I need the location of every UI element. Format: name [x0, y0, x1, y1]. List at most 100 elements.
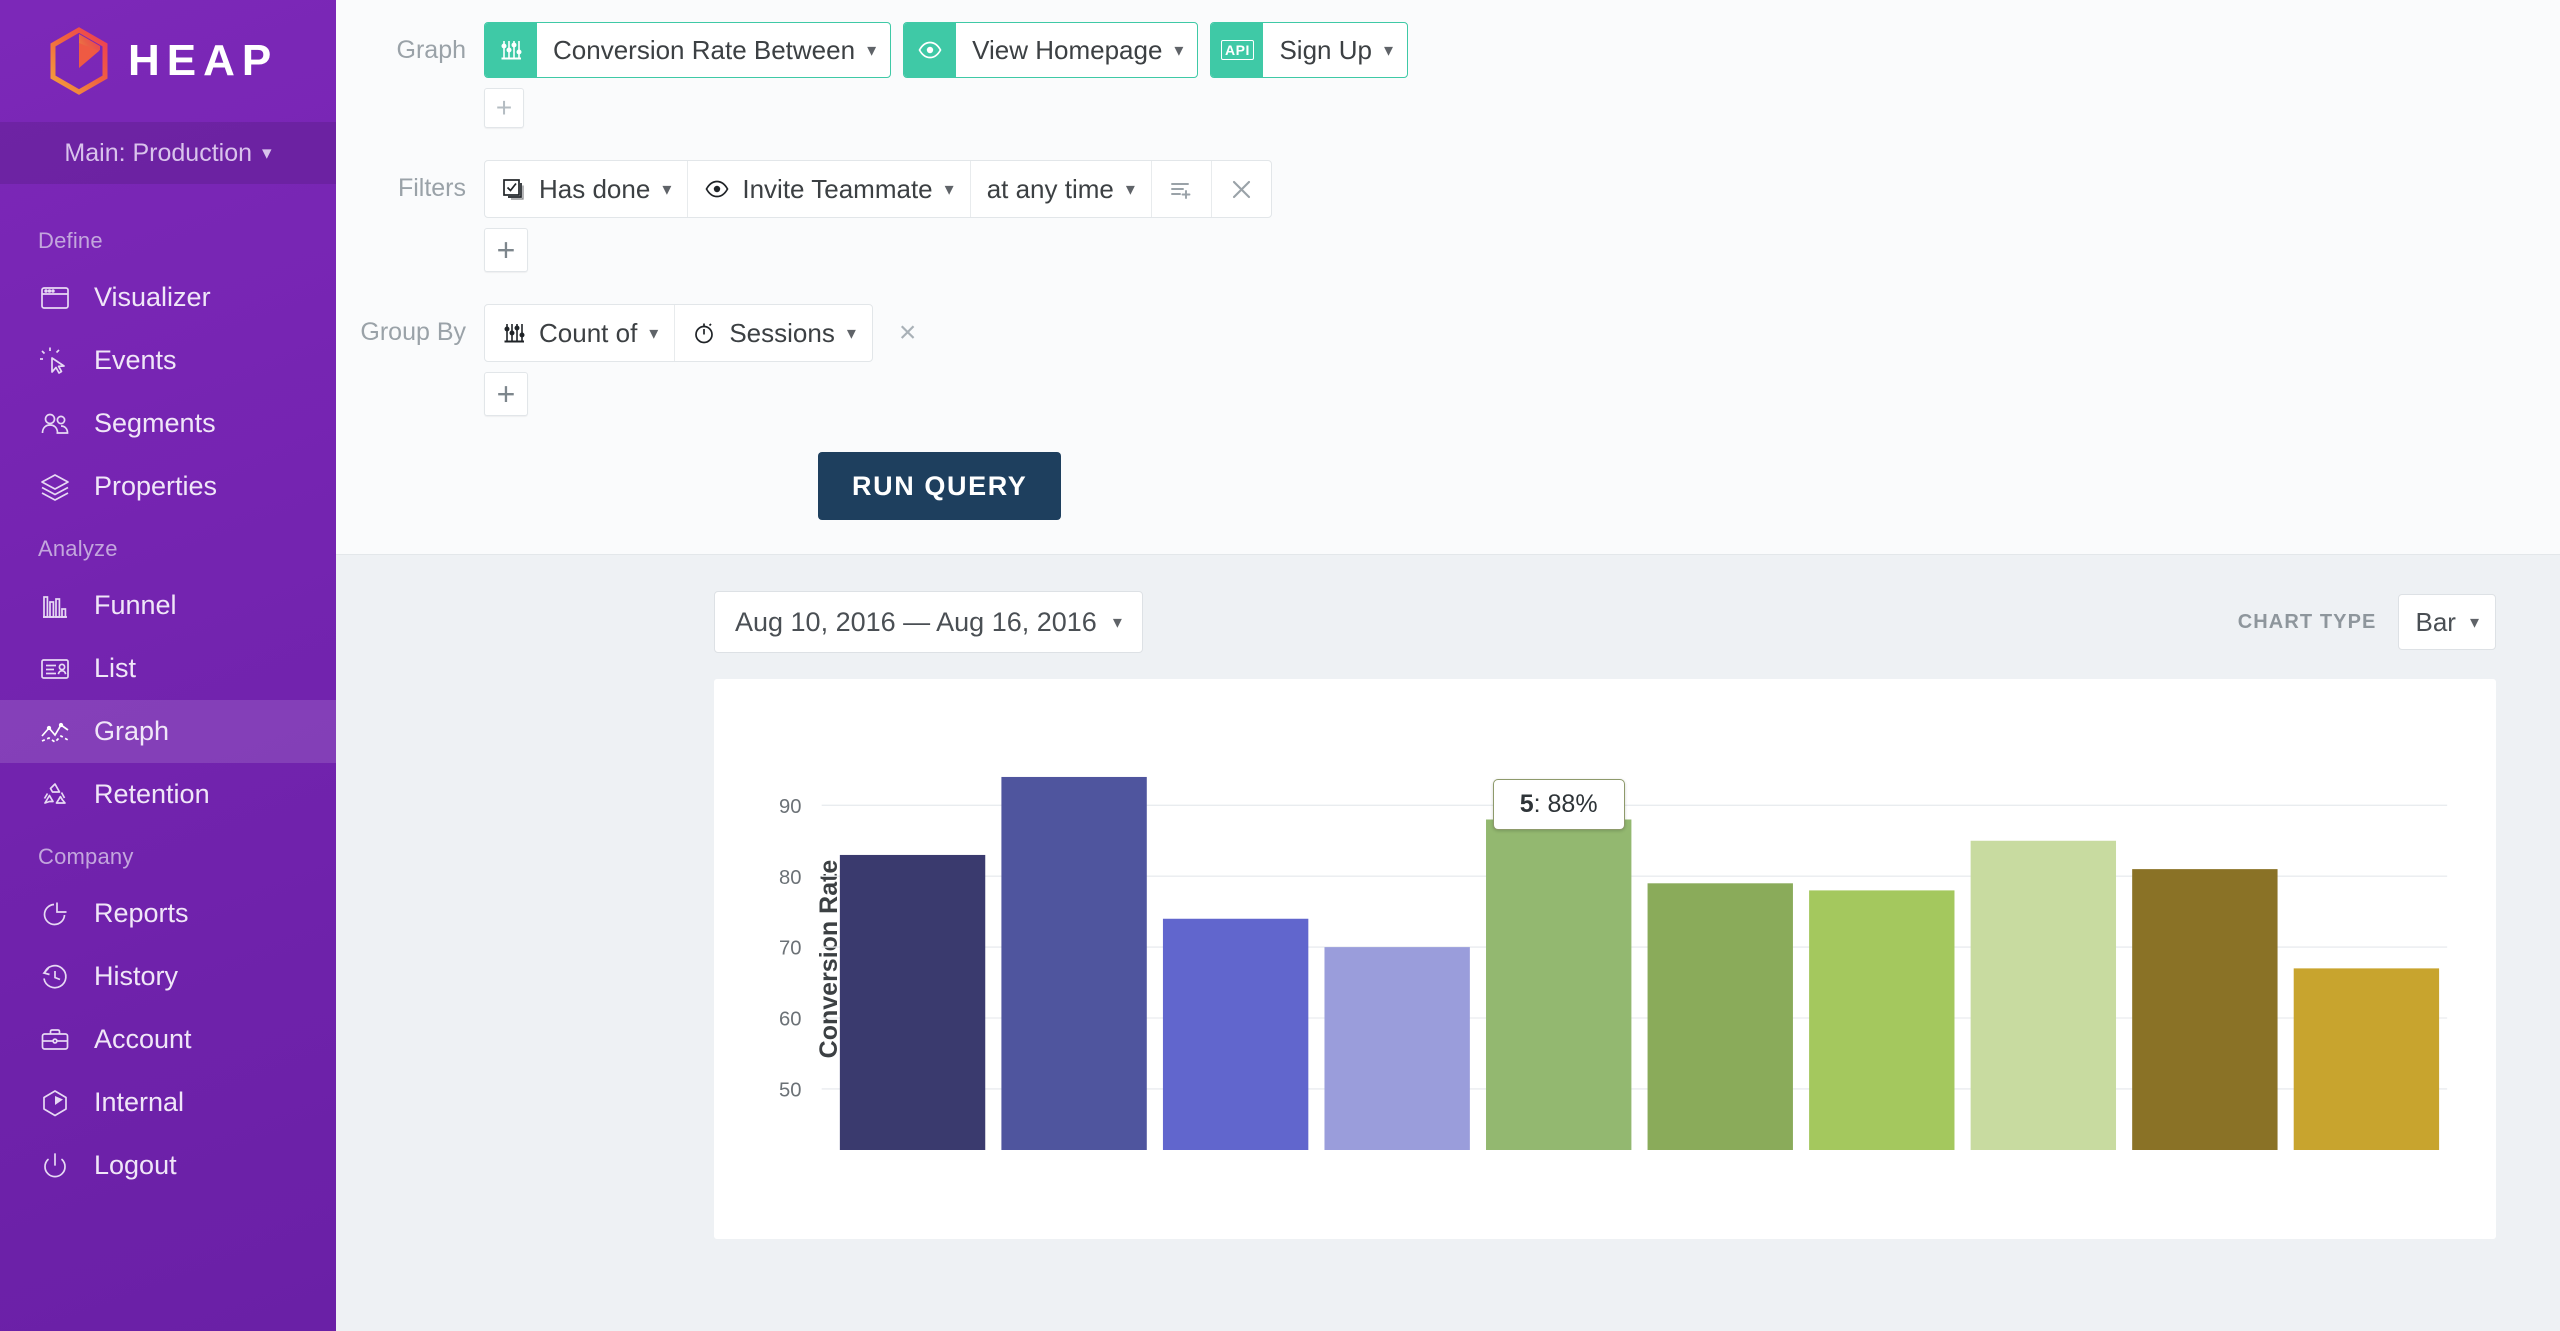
sidebar-item-label: Visualizer — [94, 282, 211, 312]
heap-hexagon-logo-icon — [48, 27, 110, 95]
y-axis-tick: 60 — [779, 1009, 801, 1031]
bar[interactable] — [1324, 947, 1470, 1151]
filters-row: Filters Has done ▾ Invite Teammate ▾ at … — [336, 160, 2560, 218]
graph-event-from-dropdown[interactable]: View Homepage ▾ — [903, 22, 1199, 78]
bar[interactable] — [1001, 776, 1147, 1151]
bar[interactable] — [839, 854, 986, 1151]
sidebar-item-label: Graph — [94, 716, 170, 746]
y-axis-tick: 90 — [779, 796, 801, 818]
brand-logo[interactable]: HEAP — [0, 0, 336, 122]
add-graph-button[interactable]: + — [484, 88, 524, 128]
sidebar-section-define: Define — [38, 228, 103, 253]
groupby-dimension-dropdown[interactable]: Sessions ▾ — [674, 305, 872, 361]
filter-event-dropdown[interactable]: Invite Teammate ▾ — [688, 161, 971, 217]
chevron-down-icon: ▾ — [662, 179, 672, 199]
bar[interactable] — [2293, 968, 2440, 1151]
sidebar-item-label: History — [94, 961, 179, 991]
groupby-row-label: Group By — [360, 318, 466, 346]
sidebar-item-retention[interactable]: Retention — [0, 763, 336, 826]
graph-metric-dropdown[interactable]: Conversion Rate Between ▾ — [484, 22, 892, 78]
stopwatch-icon — [691, 320, 717, 346]
power-icon — [38, 1149, 72, 1183]
chart-type-control: CHART TYPE Bar ▾ — [2238, 594, 2496, 650]
chart-type-value: Bar — [2415, 606, 2456, 637]
people-icon — [38, 407, 72, 441]
run-query-button[interactable]: RUN QUERY — [818, 452, 1062, 520]
environment-label: Main: Production — [64, 138, 253, 167]
date-range-picker[interactable]: Aug 10, 2016 — Aug 16, 2016 ▾ — [714, 591, 1143, 653]
chevron-down-icon: ▾ — [1383, 40, 1394, 60]
filter-group: Has done ▾ Invite Teammate ▾ at any time… — [484, 160, 1272, 218]
filter-event-label: Invite Teammate — [742, 173, 933, 204]
sidebar-item-events[interactable]: Events — [0, 329, 336, 392]
remove-groupby-button[interactable]: × — [895, 318, 921, 348]
chevron-down-icon: ▾ — [1112, 612, 1122, 632]
date-range-label: Aug 10, 2016 — Aug 16, 2016 — [735, 606, 1097, 637]
chevron-down-icon: ▾ — [944, 179, 954, 199]
chart-toolbar: Aug 10, 2016 — Aug 16, 2016 ▾ CHART TYPE… — [336, 555, 2560, 679]
bar[interactable] — [1162, 918, 1309, 1151]
graph-row-label: Graph — [396, 36, 466, 64]
sidebar-item-label: Account — [94, 1024, 192, 1054]
sidebar-item-label: Logout — [94, 1150, 177, 1180]
pie-chart-icon — [38, 897, 72, 931]
sidebar-item-label: Segments — [94, 408, 216, 438]
recycle-icon — [38, 778, 72, 812]
abacus-icon — [485, 23, 537, 77]
sidebar-item-label: Internal — [94, 1087, 185, 1117]
checkbox-stack-icon — [501, 176, 527, 202]
groupby-dimension-label: Sessions — [729, 317, 835, 348]
add-filter-button[interactable]: + — [484, 228, 528, 272]
graph-event-to-dropdown[interactable]: API Sign Up ▾ — [1210, 22, 1409, 78]
sidebar-item-list[interactable]: List — [0, 637, 336, 700]
groupby-row: Group By Count of ▾ Sessions ▾ × — [336, 304, 2560, 362]
sidebar-item-properties[interactable]: Properties — [0, 455, 336, 518]
sidebar-item-label: Funnel — [94, 590, 177, 620]
bar-chart-plot[interactable]: 50 60 70 80 90 — [714, 679, 2496, 1151]
sidebar-item-segments[interactable]: Segments — [0, 392, 336, 455]
sidebar-item-history[interactable]: History — [0, 945, 336, 1008]
sidebar-item-internal[interactable]: Internal — [0, 1071, 336, 1134]
filter-condition-dropdown[interactable]: Has done ▾ — [485, 161, 689, 217]
chevron-down-icon: ▾ — [1174, 40, 1184, 60]
chart-tooltip: 5: 88% — [1492, 778, 1625, 830]
filter-time-dropdown[interactable]: at any time ▾ — [971, 161, 1152, 217]
sidebar-item-visualizer[interactable]: Visualizer — [0, 266, 336, 329]
sidebar-section-company: Company — [38, 844, 134, 869]
line-chart-icon — [38, 715, 72, 749]
add-groupby-row: + — [336, 372, 2560, 416]
bar[interactable] — [1970, 840, 2117, 1151]
chart-type-select[interactable]: Bar ▾ — [2398, 594, 2496, 650]
sidebar-item-account[interactable]: Account — [0, 1008, 336, 1071]
chart-card: Conversion Rate 50 60 70 80 90 5: 88% — [714, 679, 2496, 1239]
bar-chart-icon — [38, 589, 72, 623]
filters-row-label: Filters — [397, 174, 466, 202]
bar[interactable] — [1647, 883, 1793, 1151]
graph-metric-label: Conversion Rate Between — [553, 34, 856, 65]
sidebar-item-funnel[interactable]: Funnel — [0, 574, 336, 637]
sidebar-item-logout[interactable]: Logout — [0, 1134, 336, 1197]
chevron-down-icon: ▾ — [2469, 612, 2479, 632]
clock-back-icon — [38, 960, 72, 994]
add-property-icon[interactable] — [1152, 161, 1212, 217]
bar[interactable] — [2132, 869, 2278, 1151]
sidebar-item-label: Properties — [94, 471, 218, 501]
sidebar-item-reports[interactable]: Reports — [0, 882, 336, 945]
bar[interactable] — [1809, 890, 1955, 1151]
run-query-row: RUN QUERY — [336, 452, 2560, 520]
hexagon-icon — [38, 1086, 72, 1120]
groupby-metric-dropdown[interactable]: Count of ▾ — [485, 305, 674, 361]
remove-filter-button[interactable] — [1212, 161, 1271, 217]
chevron-down-icon: ▾ — [1125, 179, 1135, 199]
groupby-group: Count of ▾ Sessions ▾ — [484, 304, 873, 362]
graph-event-to-label: Sign Up — [1279, 34, 1372, 65]
y-axis-tick: 70 — [779, 938, 801, 960]
add-filter-row: + — [336, 228, 2560, 272]
chevron-down-icon: ▾ — [867, 40, 877, 60]
chart-panel: Aug 10, 2016 — Aug 16, 2016 ▾ CHART TYPE… — [336, 555, 2560, 1331]
environment-selector[interactable]: Main: Production ▾ — [0, 122, 336, 184]
y-axis-tick: 80 — [779, 867, 801, 889]
add-groupby-button[interactable]: + — [484, 372, 528, 416]
bar[interactable] — [1486, 819, 1632, 1151]
sidebar-item-graph[interactable]: Graph — [0, 700, 336, 763]
